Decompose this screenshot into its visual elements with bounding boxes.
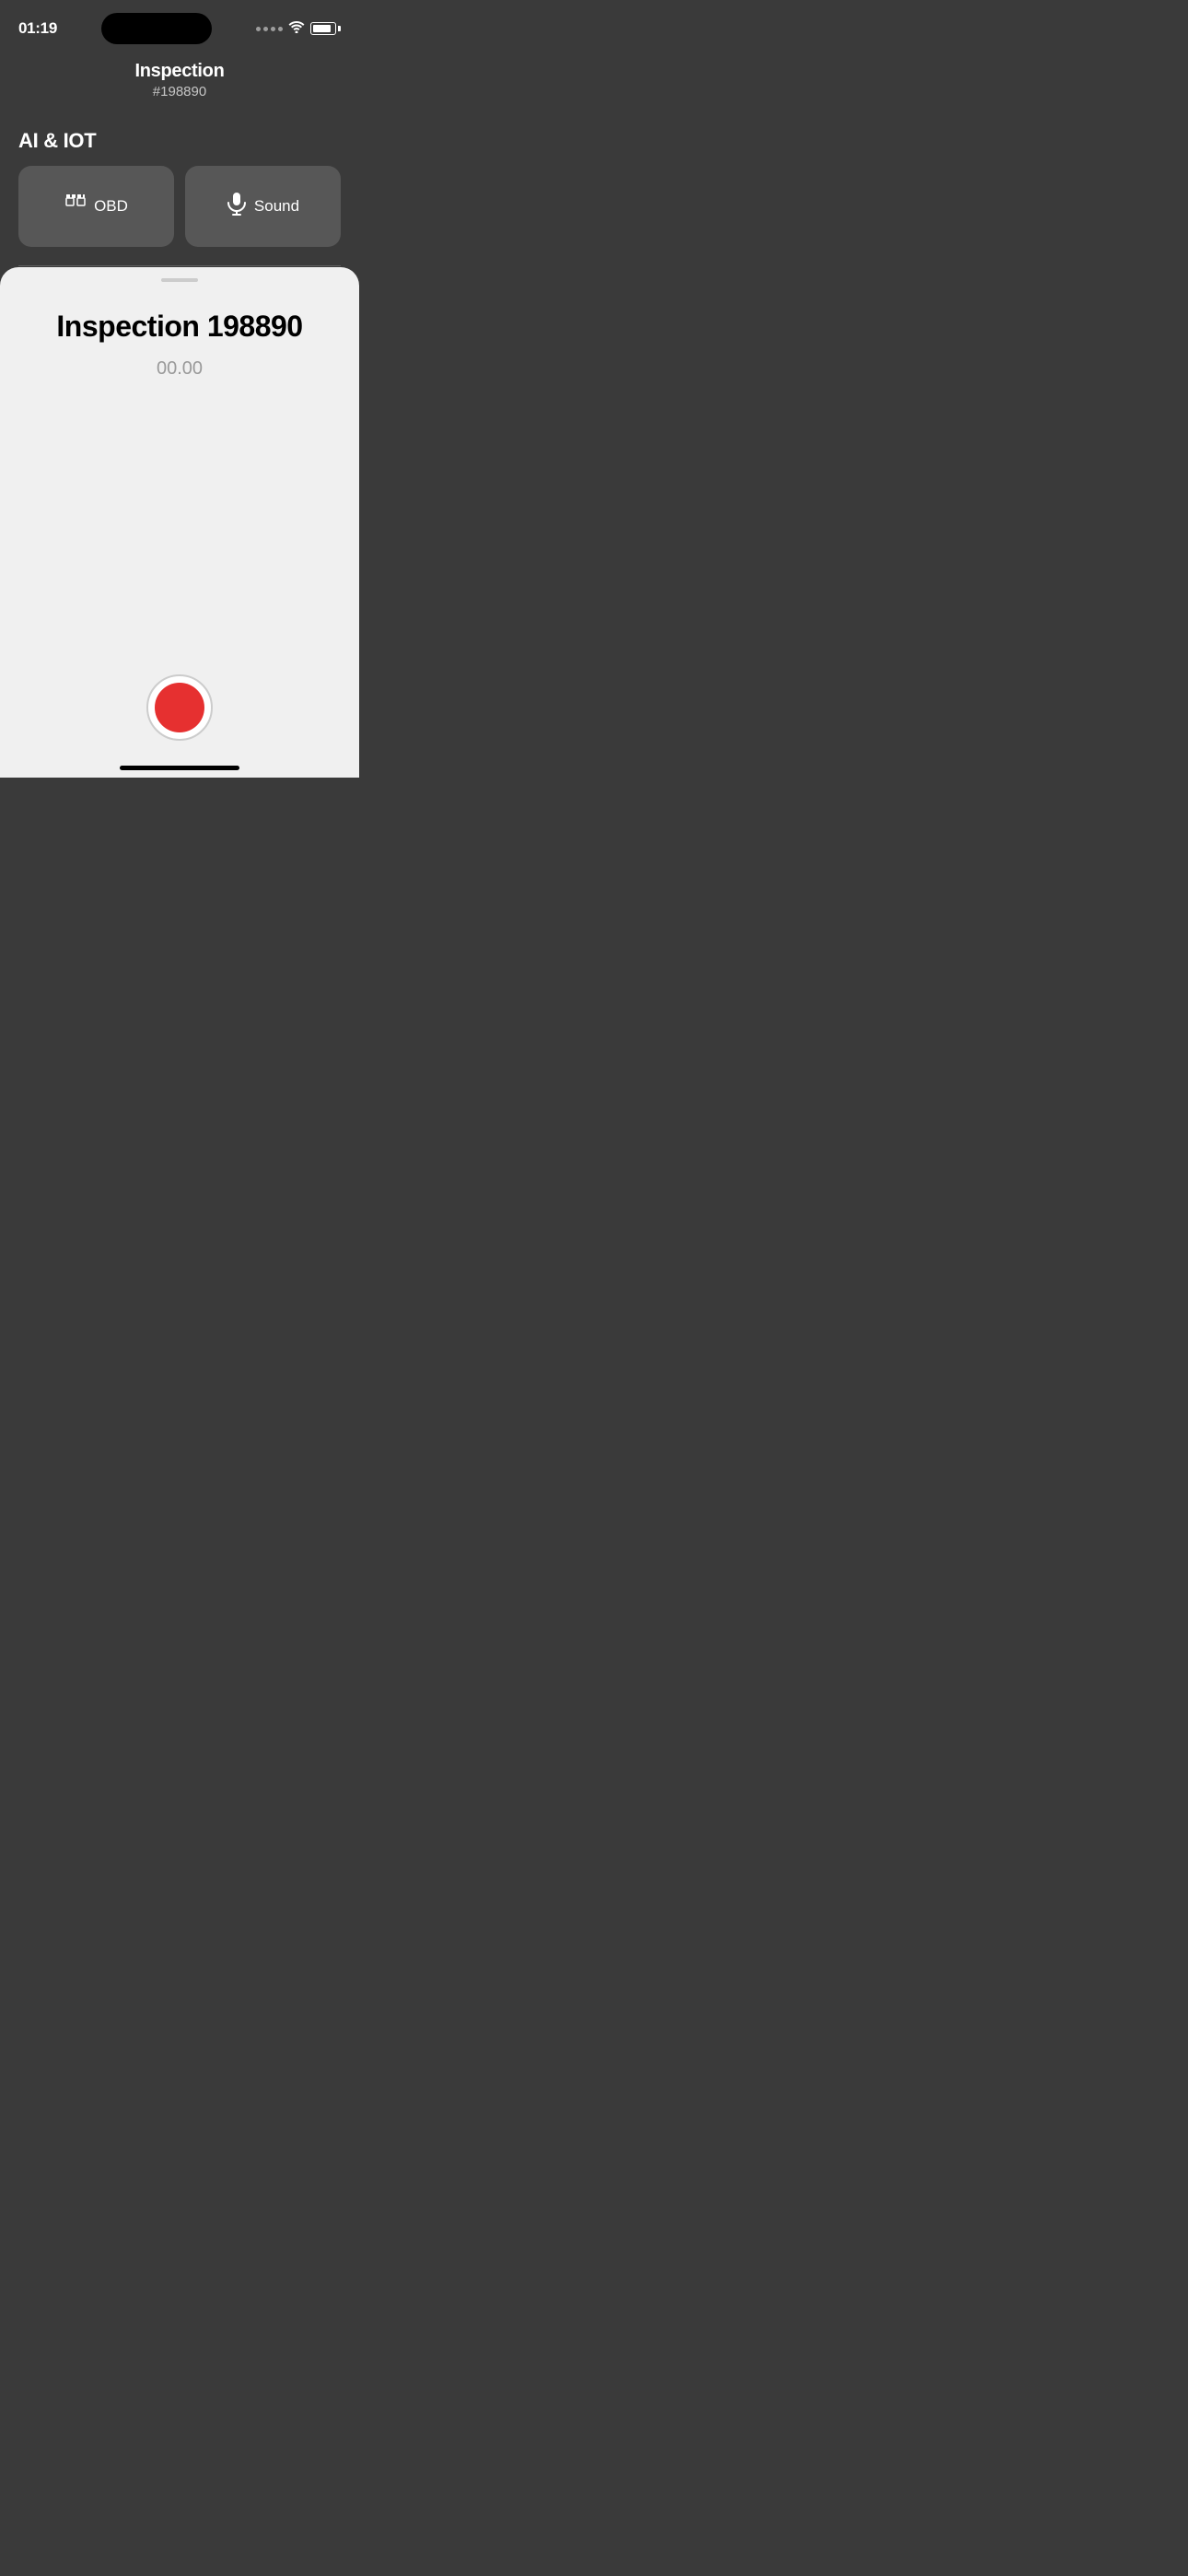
home-indicator bbox=[120, 766, 239, 770]
record-button-inner bbox=[155, 683, 204, 732]
sound-label: Sound bbox=[254, 197, 299, 216]
wifi-icon bbox=[288, 20, 305, 38]
status-bar: 01:19 bbox=[0, 0, 359, 53]
obd-icon bbox=[64, 193, 87, 220]
obd-card[interactable]: OBD bbox=[18, 166, 174, 247]
page-header: Inspection #198890 bbox=[0, 53, 359, 114]
battery-icon bbox=[310, 22, 341, 35]
record-btn-container bbox=[18, 674, 341, 741]
divider bbox=[18, 265, 341, 266]
signal-icon bbox=[256, 27, 283, 31]
page-title: Inspection bbox=[18, 61, 341, 82]
bottom-sheet: Inspection 198890 00.00 bbox=[0, 267, 359, 778]
sheet-title: Inspection 198890 bbox=[18, 310, 341, 344]
ai-iot-title: AI & IOT bbox=[18, 129, 341, 153]
status-time: 01:19 bbox=[18, 19, 57, 38]
page-subtitle: #198890 bbox=[18, 84, 341, 100]
ai-iot-cards: OBD Sound bbox=[18, 166, 341, 247]
record-button[interactable] bbox=[146, 674, 213, 741]
microphone-icon bbox=[227, 192, 247, 221]
sound-card[interactable]: Sound bbox=[185, 166, 341, 247]
obd-label: OBD bbox=[94, 197, 128, 216]
dynamic-island bbox=[101, 13, 212, 44]
sheet-handle bbox=[161, 278, 198, 282]
sheet-content-area bbox=[18, 416, 341, 656]
status-icons bbox=[256, 20, 341, 38]
sheet-timer: 00.00 bbox=[18, 358, 341, 380]
